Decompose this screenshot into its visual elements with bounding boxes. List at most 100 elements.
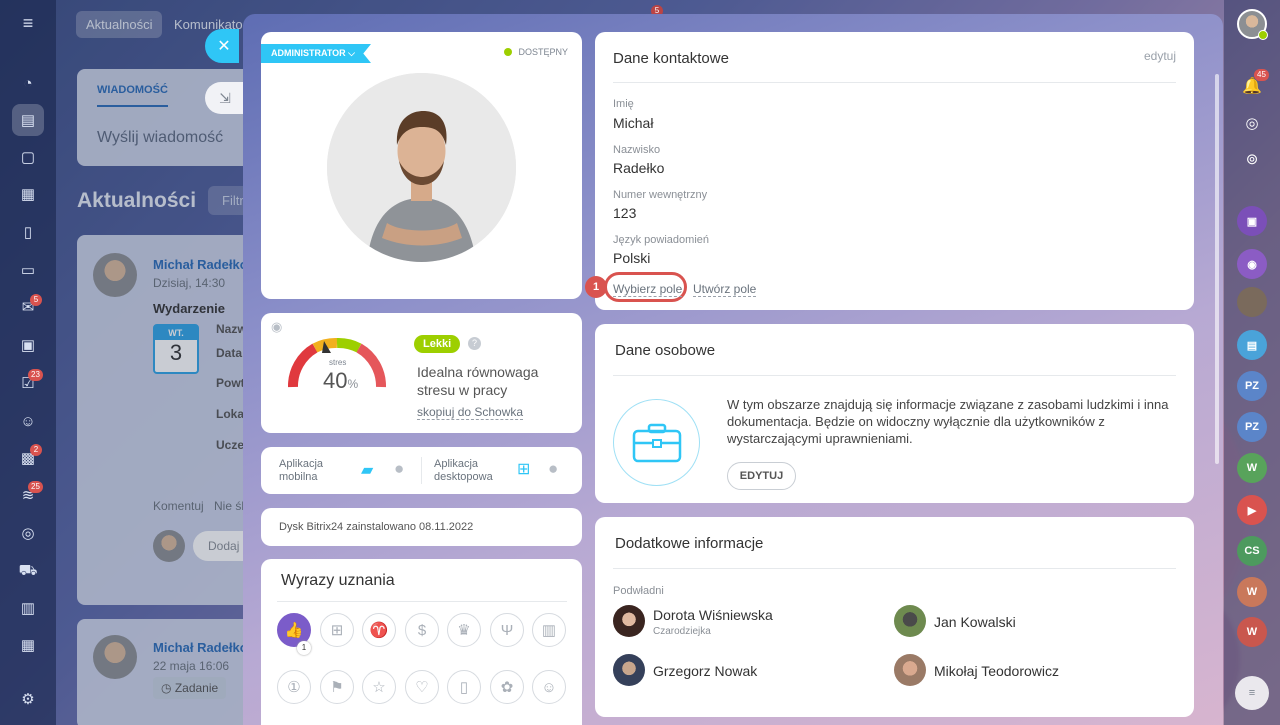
apple-mobile-icon[interactable]: ●	[394, 459, 404, 479]
briefcase-icon	[613, 399, 700, 486]
role-tag[interactable]: ADMINISTRATOR ⌵	[261, 44, 371, 63]
beer-badge-icon[interactable]: ▯	[447, 670, 481, 704]
heart-badge-icon[interactable]: ♡	[405, 670, 439, 704]
disk-info: Dysk Bitrix24 zainstalowano 08.11.2022	[279, 521, 474, 533]
divider	[613, 568, 1176, 569]
android-icon[interactable]: ▰	[361, 460, 373, 480]
channel-avatar[interactable]: ◉	[1237, 249, 1267, 279]
stress-description: Idealna równowaga stresu w pracy	[417, 364, 539, 398]
person-role: Czarodziejka	[653, 626, 711, 637]
timeman-icon[interactable]: ▦	[17, 634, 39, 656]
stress-value: 40	[323, 368, 348, 393]
shop-icon[interactable]: ⛟	[17, 560, 39, 582]
create-field-link[interactable]: Utwórz pole	[693, 282, 757, 297]
recent-chat-avatar[interactable]: W	[1237, 617, 1267, 647]
divider	[613, 375, 1176, 376]
apps-card: Aplikacja mobilna ▰ ● Aplikacja desktopo…	[261, 447, 582, 494]
additional-info-card: Dodatkowe informacje Podwładni Dorota Wi…	[595, 517, 1194, 717]
person-name[interactable]: Dorota Wiśniewska	[653, 607, 773, 623]
cake-badge-icon[interactable]: ▥	[532, 613, 566, 647]
profile-photo[interactable]	[327, 73, 516, 262]
star-badge-icon[interactable]: ☆	[362, 670, 396, 704]
drive-icon[interactable]: ▭	[17, 259, 39, 281]
contact-title: Dane kontaktowe	[613, 50, 729, 67]
contacts-icon[interactable]: ☺	[17, 410, 39, 432]
windows-icon[interactable]: ⊞	[517, 459, 530, 479]
recent-chat-avatar[interactable]: CS	[1237, 536, 1267, 566]
feed-icon[interactable]: ▤	[12, 104, 44, 136]
edit-personal-button[interactable]: EDYTUJ	[727, 462, 796, 490]
copy-to-clipboard-link[interactable]: skopiuj do Schowka	[417, 405, 524, 420]
chat-group-avatar[interactable]: ▤	[1237, 330, 1267, 360]
video-call-icon[interactable]: ▶	[1237, 495, 1267, 525]
person-avatar[interactable]	[894, 605, 926, 637]
collapse-slider-button[interactable]: ⇲	[205, 82, 245, 114]
money-badge-icon[interactable]: $	[405, 613, 439, 647]
field-label: Numer wewnętrzny	[613, 189, 708, 201]
photo-avatar[interactable]	[1237, 287, 1267, 317]
gift-badge-icon[interactable]: ⊞	[320, 613, 354, 647]
close-icon: ✕	[217, 38, 231, 55]
scrollbar[interactable]	[1215, 74, 1219, 464]
recent-chat-avatar[interactable]: W	[1237, 453, 1267, 483]
apple-desktop-icon[interactable]: ●	[548, 459, 558, 479]
subordinates-label: Podwładni	[613, 585, 664, 597]
chevron-down-icon: ⌵	[345, 48, 355, 58]
left-navigation: ≡ ◔ ▤ ▢ ▦ ▯ ▭ ✉ 5 ▣ ☑ 23 ☺ ▩ 2 ≋ 25 ◎ ⛟ …	[0, 0, 56, 725]
cup-badge-icon[interactable]: ♈	[362, 613, 396, 647]
close-slider-button[interactable]: ✕	[205, 29, 239, 63]
person-avatar[interactable]	[613, 605, 645, 637]
mobile-app-label: Aplikacja mobilna	[279, 458, 324, 483]
number-one-badge-icon[interactable]: ①	[277, 670, 311, 704]
company-icon[interactable]: ▥	[17, 597, 39, 619]
activity-icon[interactable]: ◎	[1237, 108, 1267, 138]
groups-icon[interactable]: ▣	[17, 334, 39, 356]
field-label: Nazwisko	[613, 144, 661, 156]
kudos-count: 1	[297, 641, 311, 655]
divider	[613, 82, 1176, 83]
recent-chat-avatar[interactable]: PZ	[1237, 412, 1267, 442]
flag-badge-icon[interactable]: ⚑	[320, 670, 354, 704]
edit-contact-link[interactable]: edytuj	[1144, 49, 1176, 63]
drink-badge-icon[interactable]: Ψ	[490, 613, 524, 647]
chat-icon[interactable]: ◔	[17, 72, 39, 94]
profile-slider: ADMINISTRATOR ⌵ DOSTĘPNY ◉ stres 40% Lek…	[243, 14, 1223, 725]
choose-field-link[interactable]: Wybierz pole	[613, 282, 683, 297]
search-icon[interactable]: ⊚	[1237, 144, 1267, 174]
documents-icon[interactable]: ▯	[17, 221, 39, 243]
flower-badge-icon[interactable]: ✿	[490, 670, 524, 704]
profile-photo-card: ADMINISTRATOR ⌵ DOSTĘPNY	[261, 32, 582, 299]
chat-group-avatar[interactable]: ▣	[1237, 206, 1267, 236]
kudos-card: Wyrazy uznania 👍 1 ⊞ ♈ $ ♛ Ψ ▥ ① ⚑ ☆ ♡ ▯…	[261, 559, 582, 725]
eye-icon[interactable]: ◉	[271, 319, 282, 335]
calendar-icon[interactable]: ▦	[17, 183, 39, 205]
sites-icon[interactable]: ◎	[17, 522, 39, 544]
person-name[interactable]: Mikołaj Teodorowicz	[934, 663, 1059, 679]
recent-chat-avatar[interactable]: PZ	[1237, 371, 1267, 401]
menu-lines-icon[interactable]: ≡	[1235, 676, 1269, 710]
personal-title: Dane osobowe	[615, 342, 716, 359]
online-dot-icon	[1258, 30, 1268, 40]
divider	[277, 601, 567, 602]
person-avatar[interactable]	[894, 654, 926, 686]
help-icon[interactable]: ?	[468, 337, 481, 350]
mail-badge: 5	[30, 294, 42, 306]
crown-badge-icon[interactable]: ♛	[447, 613, 481, 647]
recent-chat-avatar[interactable]: W	[1237, 577, 1267, 607]
disk-card: Dysk Bitrix24 zainstalowano 08.11.2022	[261, 508, 582, 546]
minimize-icon: ⇲	[219, 89, 231, 106]
person-name[interactable]: Jan Kowalski	[934, 614, 1016, 630]
person-name[interactable]: Grzegorz Nowak	[653, 663, 757, 679]
field-label: Imię	[613, 98, 634, 110]
person-avatar[interactable]	[613, 654, 645, 686]
menu-icon[interactable]: ≡	[17, 12, 39, 34]
crm-badge: 2	[30, 444, 42, 456]
personal-description: W tym obszarze znajdują się informacje z…	[727, 397, 1169, 446]
personal-data-card: Dane osobowe W tym obszarze znajdują się…	[595, 324, 1194, 503]
stress-value-row: 40%	[323, 368, 358, 394]
smile-badge-icon[interactable]: ☺	[532, 670, 566, 704]
tasks-badge: 23	[28, 369, 43, 381]
separator	[421, 457, 422, 484]
settings-icon[interactable]: ⚙	[17, 688, 39, 710]
messenger-icon[interactable]: ▢	[17, 146, 39, 168]
